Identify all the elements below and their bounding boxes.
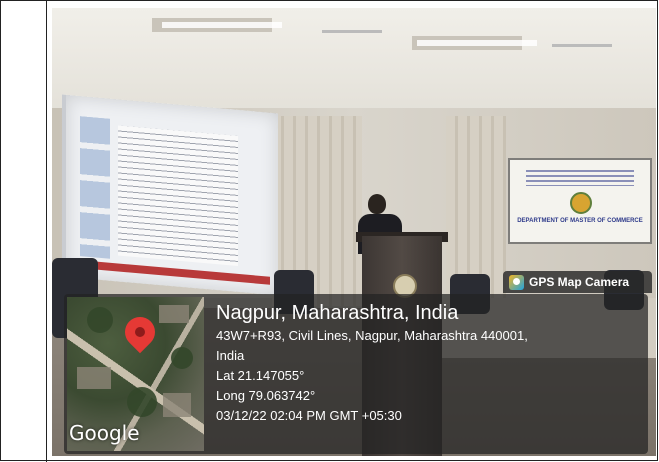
location-pin-icon (118, 310, 162, 354)
department-banner: DEPARTMENT OF MASTER OF COMMERCE (508, 158, 652, 244)
map-thumbnail: Google (67, 297, 204, 451)
ceiling-fan (552, 44, 612, 47)
map-tree (127, 387, 157, 417)
ceiling-fan (322, 30, 382, 33)
ceiling-light (162, 22, 282, 28)
timestamp: 03/12/22 02:04 PM GMT +05:30 (216, 408, 402, 423)
google-attribution: Google (69, 421, 140, 445)
margin-line (46, 0, 47, 462)
event-photo: DEPARTMENT OF MASTER OF COMMERCE GPS Map… (52, 8, 656, 456)
longitude: Long 79.063742° (216, 388, 316, 403)
gps-map-camera-icon (509, 274, 524, 290)
location-title: Nagpur, Maharashtra, India (216, 302, 459, 324)
slide-thumbnails (80, 116, 110, 259)
ceiling-light (417, 40, 537, 46)
map-building (163, 393, 191, 417)
map-building (77, 367, 111, 389)
gps-badge-label: GPS Map Camera (529, 275, 630, 289)
college-emblem-icon (570, 192, 592, 214)
gps-map-camera-badge: GPS Map Camera (503, 271, 652, 293)
map-tree (87, 307, 113, 333)
gps-details: Nagpur, Maharashtra, India 43W7+R93, Civ… (216, 300, 528, 426)
address-line: 43W7+R93, Civil Lines, Nagpur, Maharasht… (216, 328, 528, 343)
gps-info-panel: Google Nagpur, Maharashtra, India 43W7+R… (64, 294, 648, 454)
banner-text: DEPARTMENT OF MASTER OF COMMERCE (517, 218, 643, 224)
address-country: India (216, 348, 245, 363)
latitude: Lat 21.147055° (216, 368, 305, 383)
map-tree (171, 347, 193, 369)
map-building (159, 305, 189, 323)
slide-document (118, 125, 238, 266)
speaker-head (368, 194, 386, 214)
banner-heading-lines (526, 170, 634, 186)
